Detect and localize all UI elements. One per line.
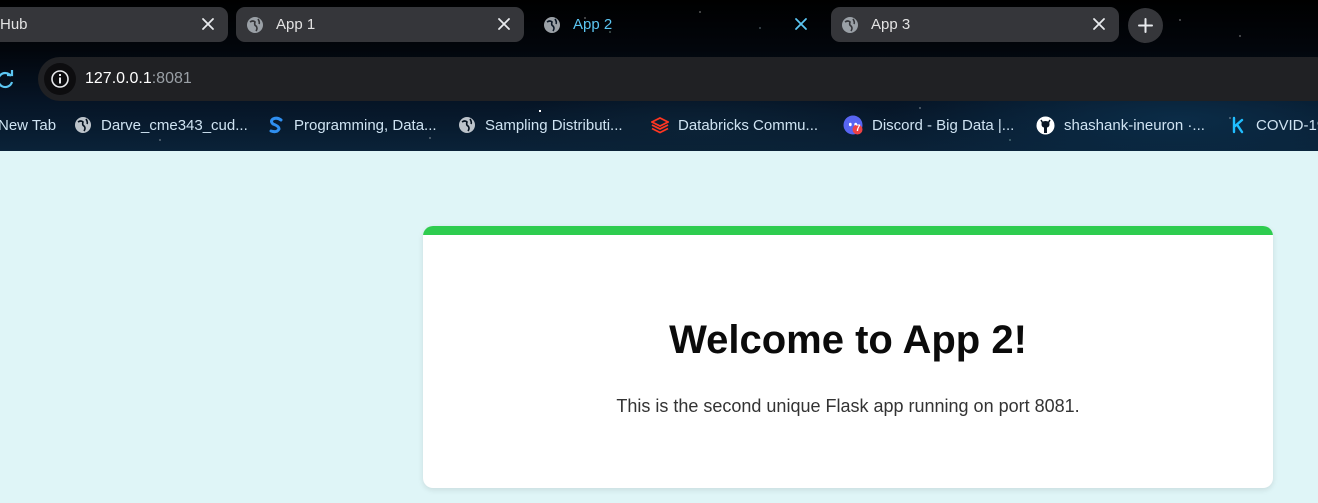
- bookmark-darve[interactable]: Darve_cme343_cud...: [74, 114, 248, 136]
- bookmark-sampling[interactable]: Sampling Distributi...: [458, 114, 623, 136]
- tab-title: Hub: [0, 16, 28, 33]
- tab-title: App 3: [871, 16, 911, 33]
- bookmark-discord[interactable]: 7 Discord - Big Data |...: [843, 114, 1014, 136]
- bookmark-label: New Tab: [0, 116, 57, 134]
- globe-icon: [543, 16, 561, 34]
- page-description: This is the second unique Flask app runn…: [616, 396, 1080, 416]
- bookmark-label: shashank-ineuron ·...: [1064, 116, 1205, 134]
- tab-app-2[interactable]: App 2: [533, 7, 821, 42]
- globe-icon: [246, 16, 264, 34]
- url-text[interactable]: 127.0.0.1:8081: [85, 70, 192, 88]
- reload-icon[interactable]: [0, 69, 16, 91]
- bookmark-label: Programming, Data...: [294, 116, 437, 134]
- bookmark-github[interactable]: shashank-ineuron ·...: [1036, 114, 1205, 136]
- bookmark-label: Darve_cme343_cud...: [101, 116, 248, 134]
- welcome-card: Welcome to App 2! This is the second uni…: [423, 226, 1273, 488]
- github-icon: [1036, 116, 1055, 135]
- tab-title: App 1: [276, 16, 316, 33]
- bookmark-programming[interactable]: Programming, Data...: [267, 114, 437, 136]
- bookmark-new-tab[interactable]: New Tab: [0, 114, 56, 136]
- close-icon[interactable]: [793, 16, 809, 32]
- plus-icon: [1138, 18, 1153, 33]
- close-icon[interactable]: [1091, 16, 1107, 32]
- globe-icon: [458, 116, 476, 134]
- address-bar[interactable]: [38, 57, 1318, 101]
- s-logo-icon: [267, 116, 285, 134]
- site-info-button[interactable]: [44, 63, 76, 95]
- url-port: :8081: [151, 70, 192, 87]
- discord-icon: 7: [843, 115, 863, 135]
- bookmark-covid[interactable]: COVID-19: [1229, 114, 1318, 136]
- bookmark-label: Sampling Distributi...: [485, 116, 623, 134]
- bookmark-label: Discord - Big Data |...: [872, 116, 1015, 134]
- accent-stripe: [423, 226, 1273, 235]
- k-logo-icon: [1229, 116, 1247, 134]
- close-icon[interactable]: [496, 16, 512, 32]
- bookmark-databricks[interactable]: Databricks Commu...: [649, 114, 819, 136]
- page-title: Welcome to App 2!: [669, 318, 1027, 362]
- globe-icon: [74, 116, 92, 134]
- tab-hub[interactable]: Hub: [0, 7, 228, 42]
- globe-icon: [841, 16, 859, 34]
- notification-badge: 7: [855, 123, 861, 133]
- bookmark-label: COVID-19: [1256, 116, 1318, 134]
- tab-title: App 2: [573, 16, 613, 33]
- browser-chrome: Hub App 1 App 2 App 3 127.0.0.1:8081 New…: [0, 0, 1318, 151]
- tab-app-3[interactable]: App 3: [831, 7, 1119, 42]
- close-icon[interactable]: [200, 16, 216, 32]
- url-host: 127.0.0.1: [85, 70, 152, 87]
- bookmark-label: Databricks Commu...: [678, 116, 819, 134]
- databricks-icon: [649, 116, 671, 134]
- info-icon: [51, 70, 69, 88]
- tab-app-1[interactable]: App 1: [236, 7, 524, 42]
- new-tab-button[interactable]: [1128, 8, 1163, 43]
